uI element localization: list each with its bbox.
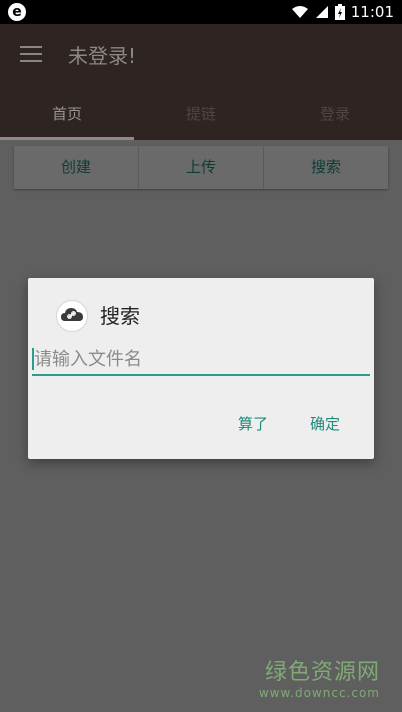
status-bar: e 11:01 <box>0 0 402 24</box>
action-button-row: 创建 上传 搜索 <box>14 146 388 189</box>
confirm-button[interactable]: 确定 <box>302 406 348 442</box>
signal-icon <box>315 6 328 18</box>
create-button[interactable]: 创建 <box>14 146 139 189</box>
wifi-icon <box>291 6 308 18</box>
search-dialog: 搜索 算了 确定 <box>28 278 374 459</box>
tab-login[interactable]: 登录 <box>268 88 402 140</box>
watermark: 绿色资源网 www.downcc.com <box>259 654 380 700</box>
watermark-name: 绿色资源网 <box>264 660 380 685</box>
text-cursor <box>32 348 34 370</box>
watermark-url: www.downcc.com <box>258 686 380 700</box>
status-right: 11:01 <box>291 0 394 24</box>
upload-button[interactable]: 上传 <box>139 146 264 189</box>
browser-app-icon: e <box>8 3 26 21</box>
search-button[interactable]: 搜索 <box>264 146 388 189</box>
filename-search-input[interactable] <box>32 344 370 376</box>
dialog-title: 搜索 <box>100 304 140 328</box>
status-time: 11:01 <box>350 3 394 21</box>
tab-home[interactable]: 首页 <box>0 88 134 140</box>
cloud-link-icon <box>56 300 88 332</box>
hamburger-menu-icon[interactable] <box>20 46 42 64</box>
tab-link[interactable]: 提链 <box>134 88 268 140</box>
toolbar: 未登录! <box>0 24 402 88</box>
page-title: 未登录! <box>68 44 137 68</box>
tab-bar: 首页 提链 登录 <box>0 88 402 140</box>
app-screen: e 11:01 未登录! 首页 提链 登录 创建 上传 搜索 搜索 请输入文件名… <box>0 0 402 712</box>
cancel-button[interactable]: 算了 <box>230 406 276 442</box>
battery-icon <box>334 4 345 20</box>
